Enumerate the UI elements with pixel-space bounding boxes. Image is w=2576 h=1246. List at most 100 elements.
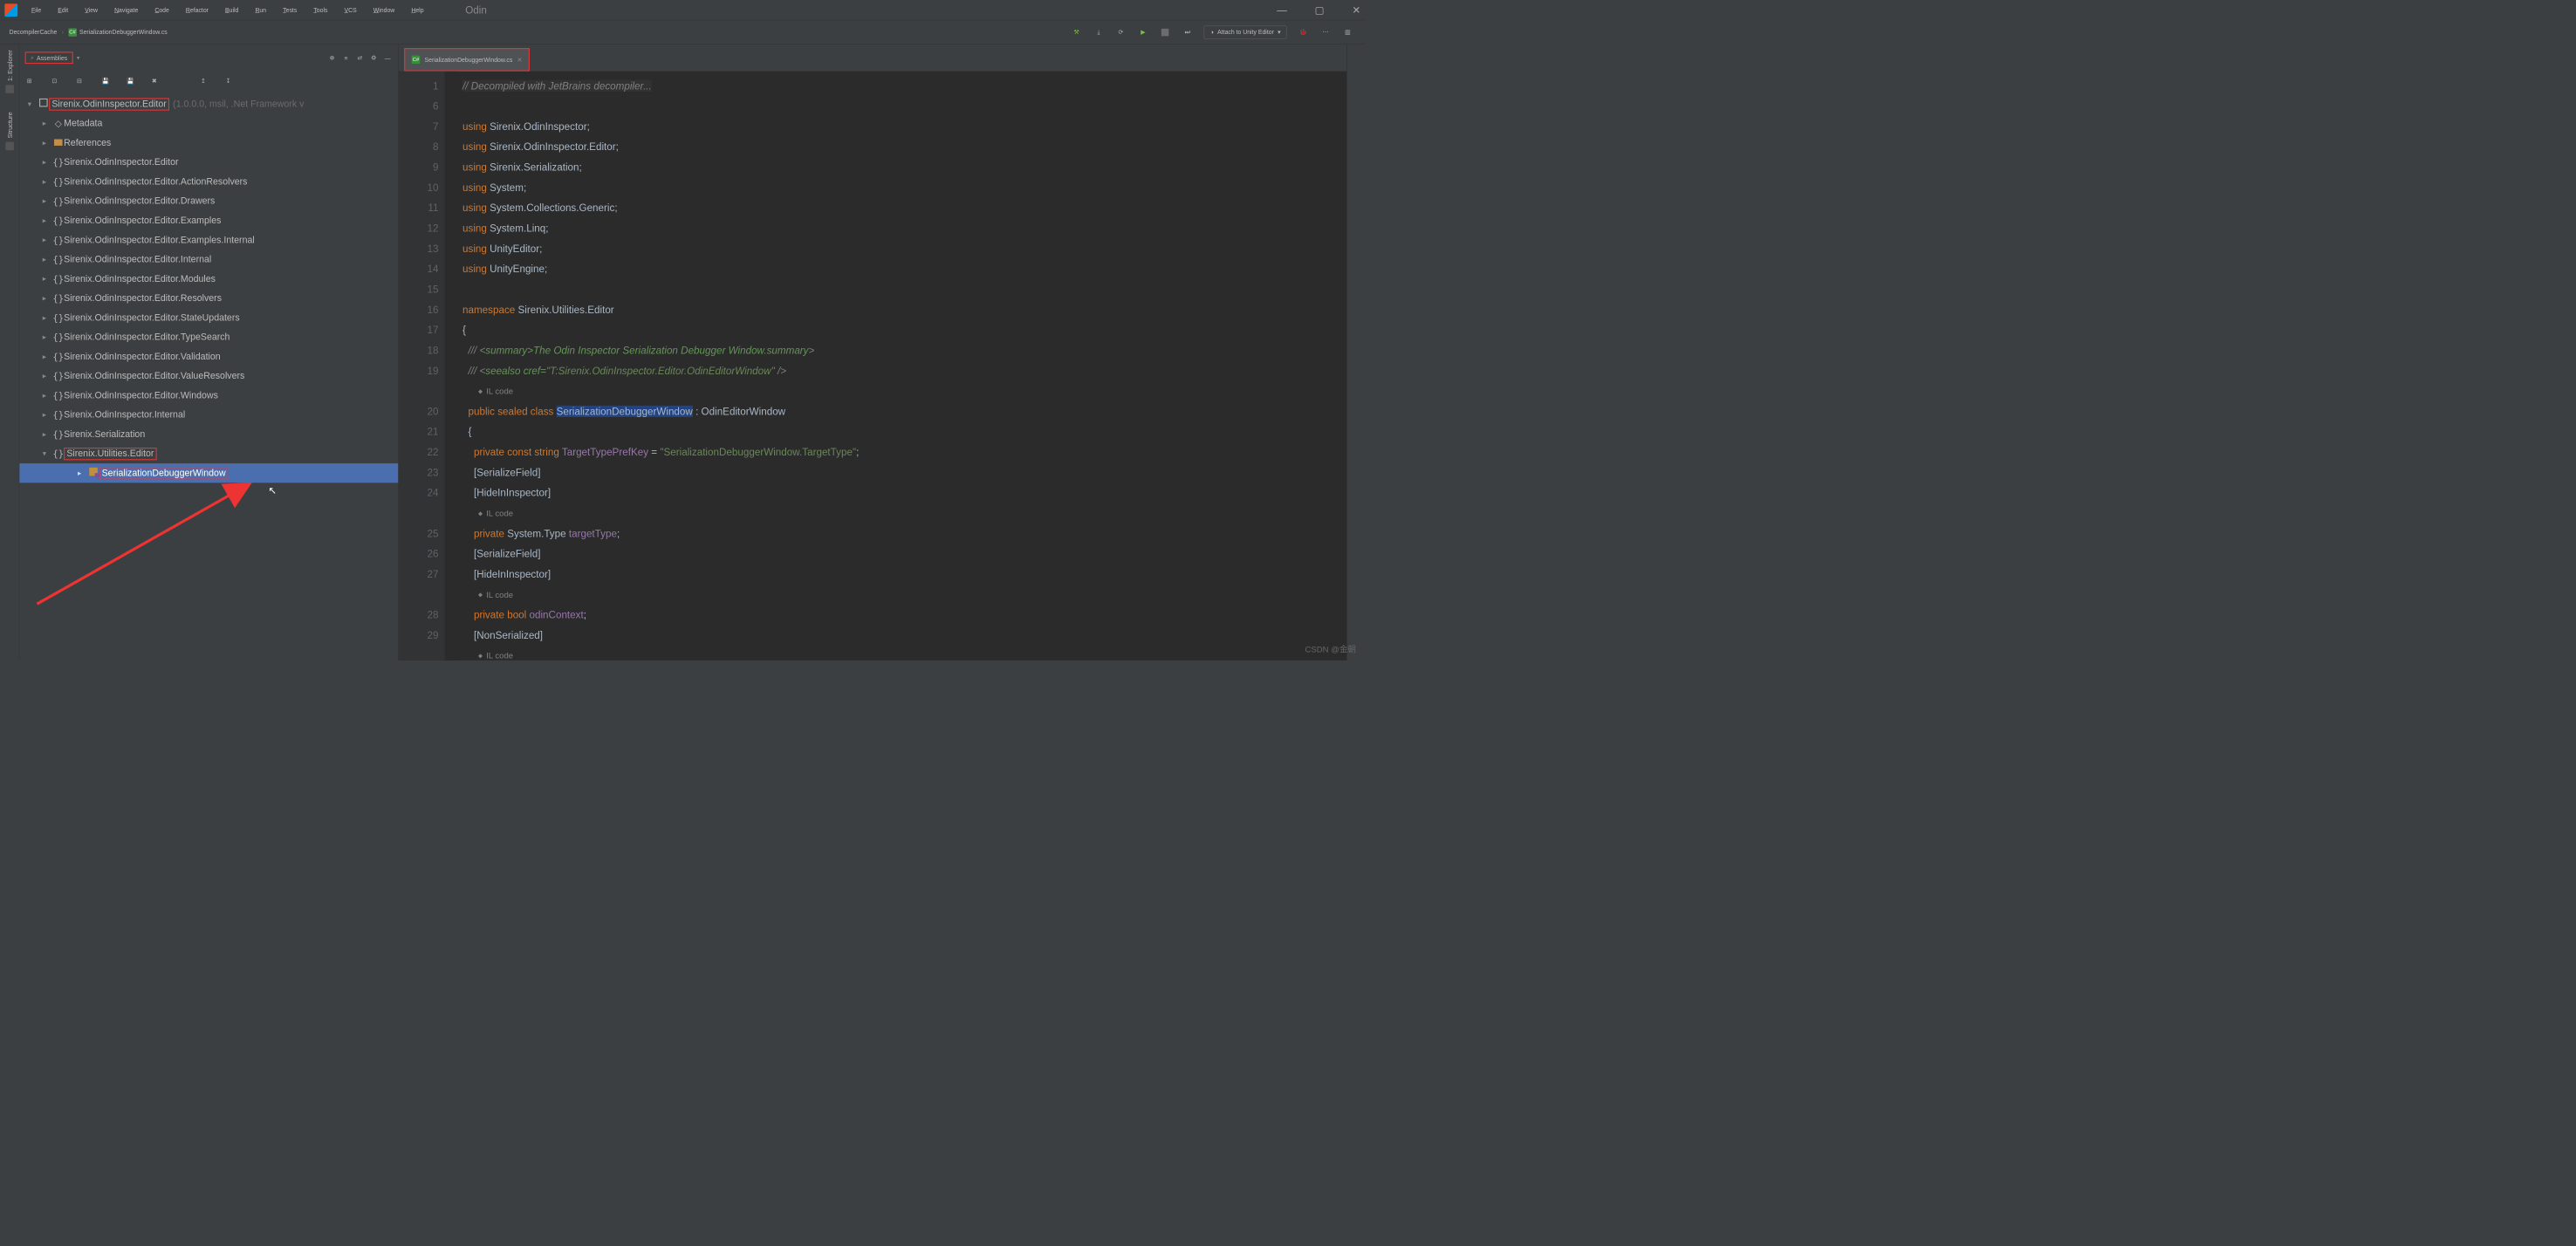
tree-namespace[interactable]: ▸{}Sirenix.OdinInspector.Editor.Examples: [19, 211, 398, 230]
tree-namespace[interactable]: ▸{}Sirenix.OdinInspector.Internal: [19, 405, 398, 424]
tree-references[interactable]: ▸ References: [19, 134, 398, 153]
add-assembly-icon[interactable]: ⊞: [27, 78, 38, 88]
menu-view[interactable]: View: [85, 6, 98, 13]
cursor-icon: ↖: [268, 484, 277, 496]
tree-class-selected[interactable]: ▸ SerializationDebuggerWindow: [19, 463, 398, 483]
tree-namespace[interactable]: ▸{}Sirenix.OdinInspector.Editor.Modules: [19, 269, 398, 288]
breadcrumb-file[interactable]: C# SerializationDebuggerWindow.cs: [68, 28, 167, 37]
namespace-icon: {}: [52, 195, 64, 207]
namespace-icon: {}: [52, 371, 64, 382]
references-icon: [54, 139, 63, 145]
structure-icon: [5, 141, 14, 150]
assemblies-dropdown[interactable]: ⌕ Assemblies: [25, 51, 73, 64]
namespace-icon: {}: [52, 157, 64, 168]
target-icon[interactable]: ⊕: [327, 52, 338, 63]
tree-namespace[interactable]: ▸{}Sirenix.Serialization: [19, 425, 398, 444]
run-play-icon[interactable]: ▶: [1138, 26, 1149, 38]
menu-navigate[interactable]: Navigate: [114, 6, 138, 13]
breadcrumb-chevron-icon: ›: [62, 29, 64, 36]
watermark: CSDN @金朝: [1305, 643, 1356, 655]
tree-namespace[interactable]: ▸{}Sirenix.OdinInspector.Editor.TypeSear…: [19, 327, 398, 346]
menu-vcs[interactable]: VCS: [345, 6, 357, 13]
save-icon[interactable]: 💾: [102, 78, 113, 88]
search-icon: ⌕: [31, 54, 34, 61]
build-hammer-icon[interactable]: ⚒: [1071, 26, 1082, 38]
menu-window[interactable]: Window: [373, 6, 395, 13]
tree-namespace[interactable]: ▸{}Sirenix.OdinInspector.Editor.Resolver…: [19, 289, 398, 308]
namespace-icon: {}: [52, 448, 64, 460]
breadcrumb-root[interactable]: DecompilerCache: [10, 29, 58, 36]
maximize-icon[interactable]: ▢: [1315, 4, 1325, 17]
nav-up-icon[interactable]: ↥: [201, 78, 211, 88]
assembly-icon: [39, 99, 48, 107]
close-tab-icon[interactable]: ×: [517, 55, 523, 65]
tree-namespace[interactable]: ▸{}Sirenix.OdinInspector.Editor.ActionRe…: [19, 172, 398, 191]
add-folder-icon[interactable]: ⊡: [51, 78, 62, 88]
left-tool-rail: 1: Explorer Structure: [0, 44, 19, 661]
save-all-icon[interactable]: 💾: [127, 78, 137, 88]
editor-tab[interactable]: C# SerializationDebuggerWindow.cs ×: [404, 48, 529, 72]
menu-edit[interactable]: Edit: [58, 6, 68, 13]
refresh-icon[interactable]: ⟳: [1115, 26, 1127, 38]
tree-icon[interactable]: ⊟: [77, 78, 87, 88]
class-icon: [89, 468, 98, 476]
structure-tool-tab[interactable]: Structure: [5, 112, 14, 150]
chevron-down-icon[interactable]: ▾: [77, 54, 79, 61]
remove-icon[interactable]: ✖: [152, 78, 162, 88]
editor-area: C# SerializationDebuggerWindow.cs × 1678…: [399, 44, 1346, 661]
chevron-down-icon: ▾: [1278, 29, 1280, 36]
right-tool-rail: [1346, 44, 1365, 661]
tree-namespace[interactable]: ▸{}Sirenix.OdinInspector.Editor.Internal: [19, 250, 398, 269]
menu-tests[interactable]: Tests: [283, 6, 297, 13]
debug-bug-icon[interactable]: 🐞: [1298, 26, 1309, 38]
layout-icon[interactable]: ▥: [1342, 26, 1353, 38]
namespace-icon: {}: [52, 312, 64, 324]
tree-namespace[interactable]: ▸{}Sirenix.OdinInspector.Editor.Windows: [19, 386, 398, 405]
folder-icon: [5, 85, 14, 93]
tree-metadata[interactable]: ▸ Metadata: [19, 113, 398, 133]
namespace-icon: {}: [52, 176, 64, 188]
minimize-icon[interactable]: —: [1277, 4, 1287, 17]
tree-assembly-root[interactable]: ▾ Sirenix.OdinInspector.Editor(1.0.0.0, …: [19, 94, 398, 113]
namespace-icon: {}: [52, 254, 64, 265]
gear-icon[interactable]: ⚙: [368, 52, 379, 63]
menu-run[interactable]: Run: [255, 6, 266, 13]
tree-namespace[interactable]: ▸{}Sirenix.OdinInspector.Editor.Examples…: [19, 230, 398, 250]
tree-namespace[interactable]: ▸{}Sirenix.OdinInspector.Editor.Validati…: [19, 346, 398, 366]
menu-help[interactable]: Help: [411, 6, 423, 13]
namespace-icon: {}: [52, 409, 64, 421]
run-config-dropdown[interactable]: ◑ Attach to Unity Editor ▾: [1204, 25, 1287, 39]
unity-icon: ◑: [1210, 29, 1214, 36]
csharp-file-icon: C#: [68, 28, 77, 37]
project-name: Odin: [465, 4, 487, 17]
nav-down-icon[interactable]: ↧: [226, 78, 236, 88]
flatten-icon[interactable]: ≡: [341, 52, 352, 63]
menu-refactor[interactable]: Refactor: [186, 6, 209, 13]
tree-namespace[interactable]: ▸{}Sirenix.OdinInspector.Editor.StateUpd…: [19, 308, 398, 327]
attach-debug-icon[interactable]: ⤓: [1093, 26, 1105, 38]
tree-namespace-highlighted[interactable]: ▾{} Sirenix.Utilities.Editor: [19, 444, 398, 463]
explorer-tool-tab[interactable]: 1: Explorer: [5, 50, 14, 93]
namespace-icon: {}: [52, 235, 64, 246]
menu-code[interactable]: Code: [154, 6, 168, 13]
menu-tools[interactable]: Tools: [313, 6, 327, 13]
skip-icon[interactable]: ⏭: [1182, 26, 1193, 38]
more-run-icon[interactable]: ⋯: [1320, 26, 1332, 38]
tree-namespace[interactable]: ▸{}Sirenix.OdinInspector.Editor: [19, 153, 398, 172]
code-editor[interactable]: 1678910111213141516171819202122232425262…: [399, 72, 1346, 661]
namespace-icon: {}: [52, 332, 64, 343]
toggle-icon[interactable]: ⇄: [355, 52, 366, 63]
code-content[interactable]: // Decompiled with JetBrains decompiler.…: [458, 72, 1347, 661]
tree-namespace[interactable]: ▸{}Sirenix.OdinInspector.Editor.Drawers: [19, 191, 398, 210]
collapse-icon[interactable]: —: [382, 52, 393, 63]
line-gutter: 1678910111213141516171819202122232425262…: [399, 72, 445, 661]
menu-file[interactable]: File: [31, 6, 41, 13]
menu-build[interactable]: Build: [225, 6, 238, 13]
metadata-icon: [52, 118, 64, 129]
tree-namespace[interactable]: ▸{}Sirenix.OdinInspector.Editor.ValueRes…: [19, 366, 398, 386]
stop-icon[interactable]: [1160, 26, 1171, 38]
assemblies-sidebar: ⌕ Assemblies ▾ ⊕ ≡ ⇄ ⚙ — ⊞ ⊡ ⊟ 💾 💾 ✖ ↥: [19, 44, 399, 661]
menu-bar: File Edit View Navigate Code Refactor Build Run…: [0, 0, 1366, 20]
namespace-icon: {}: [52, 292, 64, 304]
close-icon[interactable]: ✕: [1352, 4, 1360, 17]
